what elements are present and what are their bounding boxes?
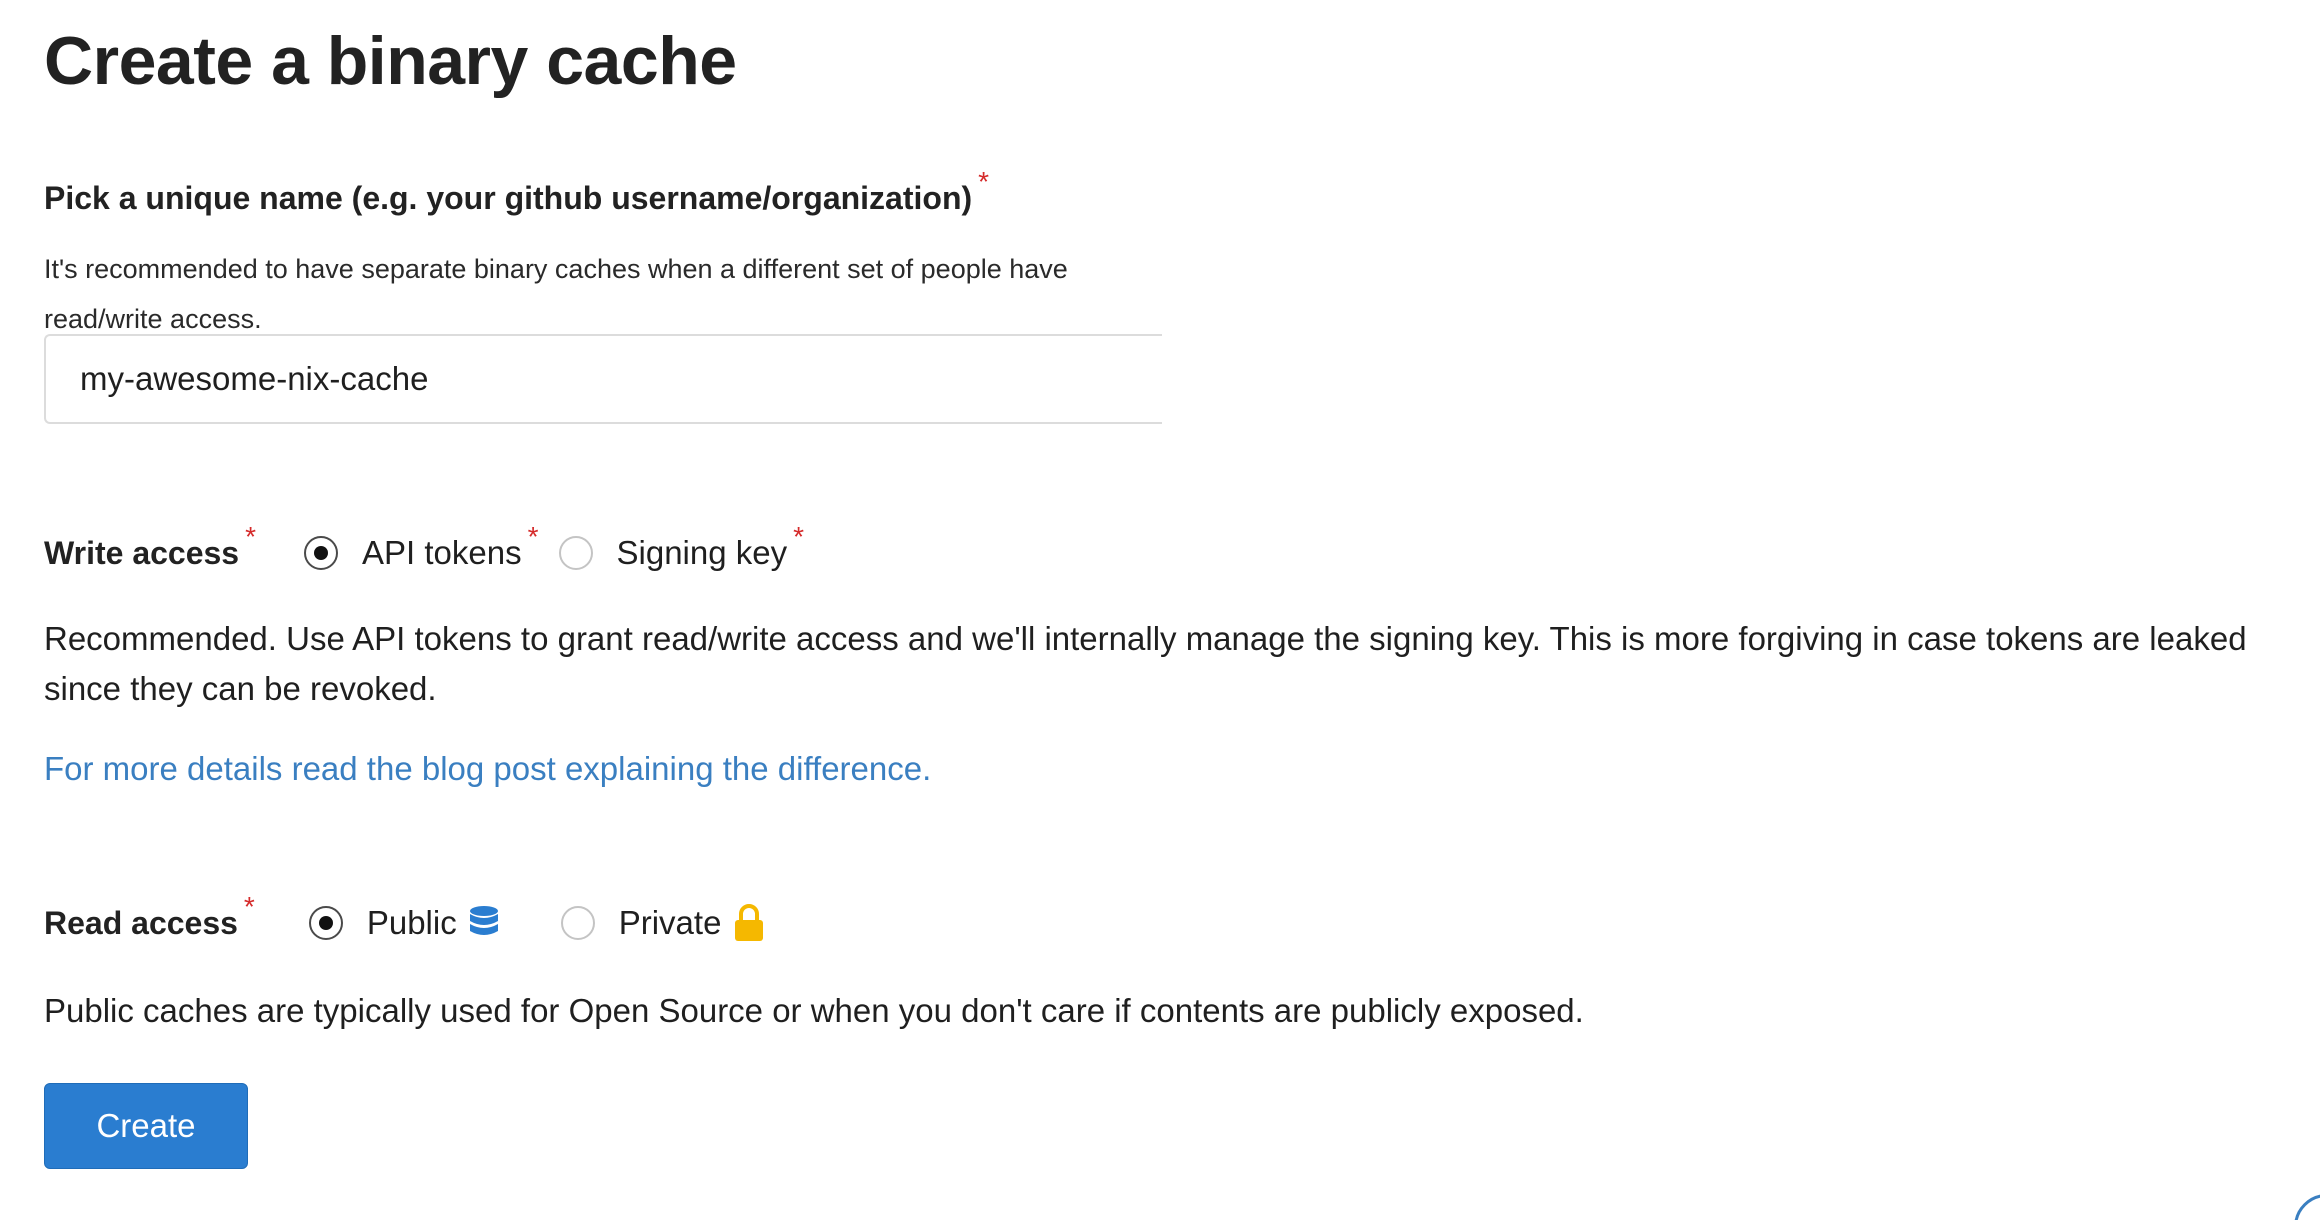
write-access-label: Write access * bbox=[44, 521, 256, 572]
api-tokens-text: API tokens bbox=[362, 534, 522, 571]
required-mark: * bbox=[978, 166, 990, 197]
read-access-label-text: Read access bbox=[44, 904, 238, 941]
read-access-description: Public caches are typically used for Ope… bbox=[44, 992, 1584, 1029]
signing-key-text: Signing key bbox=[616, 534, 788, 571]
write-access-row: Write access * API tokens * Signing key * bbox=[44, 521, 805, 572]
radio-label-public: Public bbox=[366, 904, 457, 941]
name-field-label: Pick a unique name (e.g. your github use… bbox=[44, 166, 989, 217]
corner-decoration bbox=[2290, 1190, 2320, 1220]
write-access-label-text: Write access bbox=[44, 534, 240, 571]
page-title: Create a binary cache bbox=[44, 23, 737, 99]
blog-post-link[interactable]: For more details read the blog post expl… bbox=[44, 750, 931, 788]
lock-icon bbox=[733, 904, 765, 942]
required-mark: * bbox=[793, 521, 805, 552]
database-icon bbox=[469, 905, 499, 941]
required-mark: * bbox=[245, 520, 256, 552]
radio-label-signing-key: Signing key * bbox=[616, 521, 805, 572]
radio-selected-dot bbox=[318, 916, 333, 930]
radio-selected-dot bbox=[314, 546, 328, 560]
radio-public[interactable]: Public bbox=[308, 904, 499, 942]
radio-signing-key[interactable]: Signing key * bbox=[558, 521, 805, 572]
name-field-label-text: Pick a unique name (e.g. your github use… bbox=[44, 180, 973, 216]
required-mark: * bbox=[527, 521, 539, 552]
radio-label-private: Private bbox=[618, 904, 722, 941]
radio-api-tokens[interactable]: API tokens * bbox=[304, 521, 539, 572]
required-mark: * bbox=[243, 890, 255, 922]
read-access-label: Read access * bbox=[44, 891, 255, 942]
create-button[interactable]: Create bbox=[44, 1083, 248, 1169]
name-field-help: It's recommended to have separate binary… bbox=[44, 254, 1068, 334]
read-access-row: Read access * Public Private bbox=[44, 891, 766, 942]
radio-button-api-tokens[interactable] bbox=[304, 536, 338, 570]
cache-name-input[interactable] bbox=[44, 334, 1162, 424]
radio-button-private[interactable] bbox=[560, 906, 595, 940]
radio-label-api-tokens: API tokens * bbox=[362, 521, 539, 572]
radio-button-signing-key[interactable] bbox=[558, 536, 593, 570]
radio-button-public[interactable] bbox=[308, 906, 343, 940]
radio-private[interactable]: Private bbox=[560, 904, 766, 942]
write-access-description: Recommended. Use API tokens to grant rea… bbox=[44, 620, 2247, 707]
